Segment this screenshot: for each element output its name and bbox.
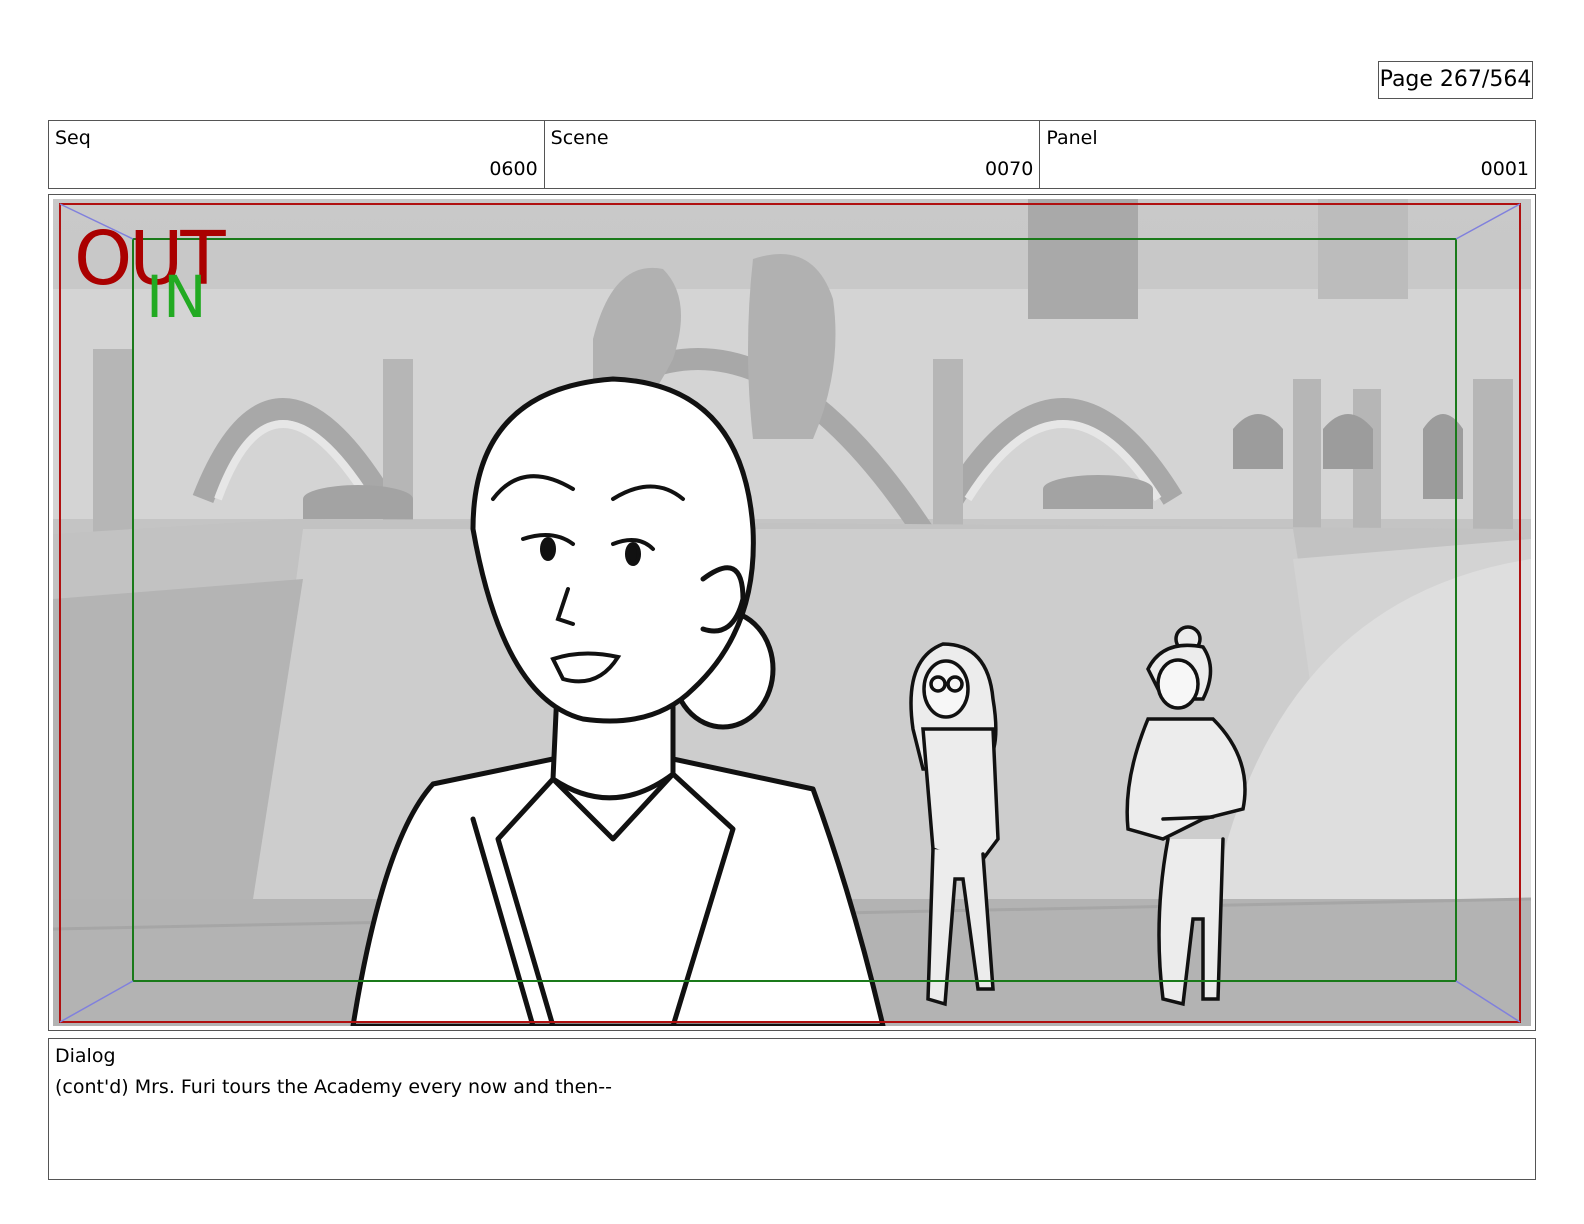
page-number: Page 267/564 <box>1378 61 1533 99</box>
in-frame-label: IN <box>146 263 207 331</box>
scene-value: 0070 <box>984 158 1034 180</box>
panel-label: Panel <box>1046 127 1098 149</box>
shot-info-table: Seq 0600 Scene 0070 Panel 0001 <box>48 120 1536 189</box>
scene-label: Scene <box>550 127 609 149</box>
scene-cell: Scene 0070 <box>545 121 1041 188</box>
seq-cell: Seq 0600 <box>49 121 545 188</box>
seq-value: 0600 <box>489 158 538 180</box>
panel-value: 0001 <box>1480 158 1530 180</box>
dialog-text: (cont'd) Mrs. Furi tours the Academy eve… <box>55 1076 613 1098</box>
dialog-box: Dialog (cont'd) Mrs. Furi tours the Acad… <box>48 1038 1536 1180</box>
seq-label: Seq <box>55 127 91 149</box>
dialog-label: Dialog <box>55 1045 116 1067</box>
storyboard-panel: OUT IN <box>48 194 1536 1031</box>
panel-drawing <box>53 199 1531 1026</box>
panel-cell: Panel 0001 <box>1040 121 1535 188</box>
